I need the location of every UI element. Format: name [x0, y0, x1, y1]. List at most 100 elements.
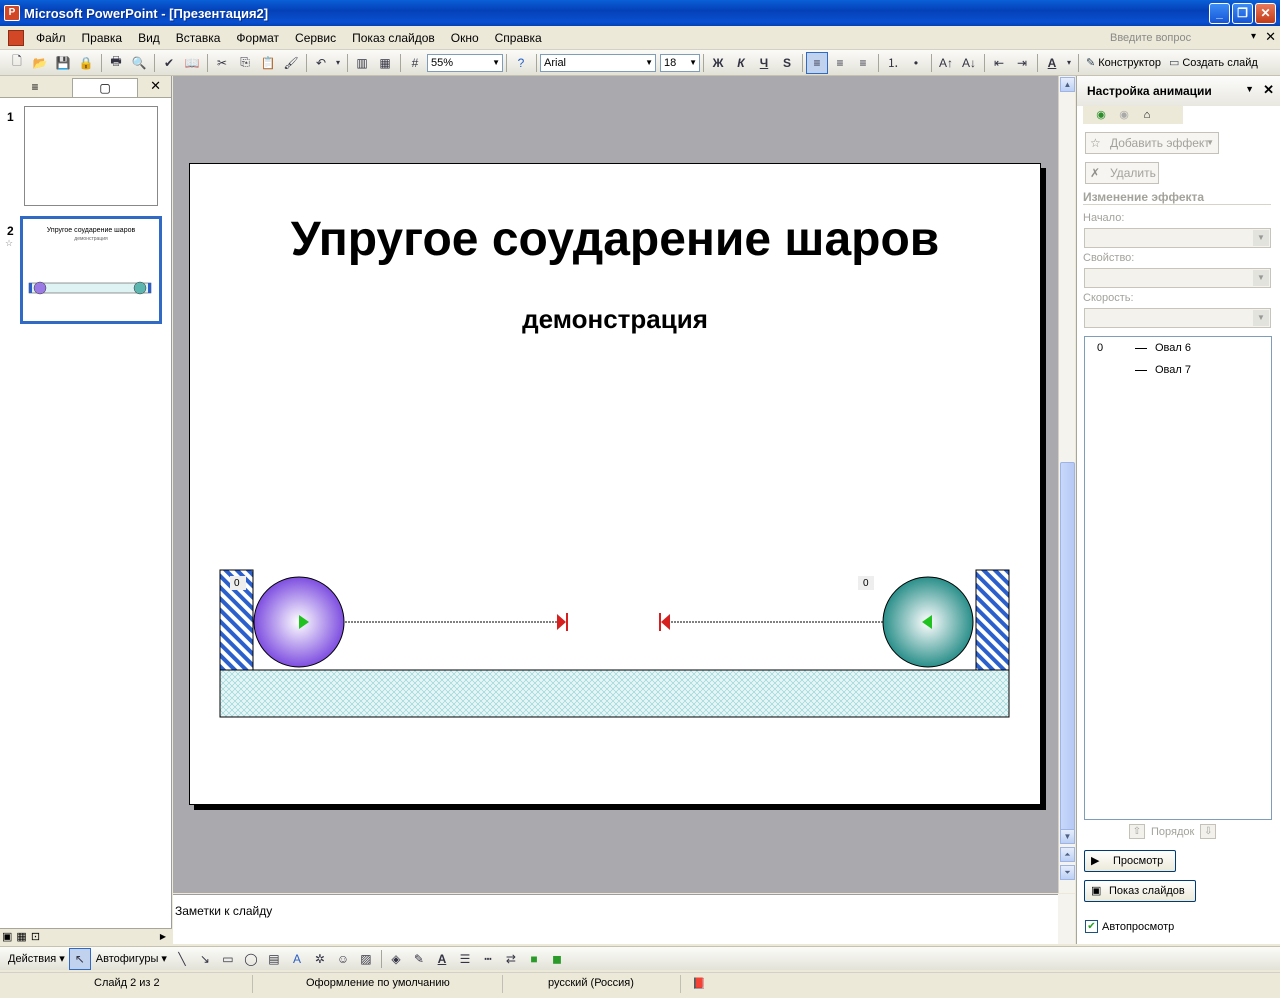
font-combo[interactable]: Arial ▼: [540, 53, 656, 72]
bold-button[interactable]: Ж: [707, 52, 729, 74]
close-icon[interactable]: ✕: [1263, 82, 1274, 98]
clipart-icon[interactable]: ☺: [332, 948, 354, 970]
scroll-thumb[interactable]: [1060, 462, 1075, 840]
menu-help[interactable]: Справка: [487, 31, 550, 45]
designer-button[interactable]: ✎ Конструктор: [1086, 56, 1161, 70]
sorter-view-icon[interactable]: ▦: [16, 930, 26, 943]
dash-style-icon[interactable]: ┅: [477, 948, 499, 970]
align-center-icon[interactable]: ≡: [829, 52, 851, 74]
align-left-icon[interactable]: ≡: [806, 51, 828, 74]
undo-icon[interactable]: ↶: [310, 52, 332, 74]
spelling-icon[interactable]: ✔: [158, 52, 180, 74]
speed-select[interactable]: ▼: [1084, 308, 1271, 328]
actions-menu[interactable]: Действия ▾: [8, 952, 65, 965]
preview-button[interactable]: ▶ Просмотр: [1084, 850, 1176, 872]
back-icon[interactable]: ◉: [1091, 107, 1111, 123]
chevron-down-icon[interactable]: ▾: [1064, 52, 1074, 74]
new-slide-button[interactable]: ▭ Создать слайд: [1169, 56, 1258, 70]
add-effect-button[interactable]: ☆ Добавить эффект ▼: [1085, 132, 1219, 154]
wordart-icon[interactable]: A: [286, 948, 308, 970]
notes-pane[interactable]: Заметки к слайду: [173, 894, 1058, 944]
restore-button[interactable]: ❐: [1232, 2, 1253, 24]
notes-scrollbar[interactable]: [1058, 894, 1075, 944]
shadow-button[interactable]: S: [776, 52, 798, 74]
right-wall[interactable]: [975, 569, 1010, 671]
next-slide-icon[interactable]: ⏷: [1060, 865, 1075, 880]
chevron-down-icon[interactable]: ▾: [333, 52, 343, 74]
print-preview-icon[interactable]: 🔍: [128, 52, 150, 74]
font-color-icon[interactable]: A: [1041, 52, 1063, 74]
autopreview-checkbox[interactable]: ✔ Автопросмотр: [1085, 920, 1174, 933]
shadow-icon[interactable]: ■: [523, 948, 545, 970]
select-pointer-icon[interactable]: ↖: [68, 947, 91, 970]
slideshow-button[interactable]: ▣ Показ слайдов: [1084, 880, 1196, 902]
home-icon[interactable]: ⌂: [1137, 107, 1157, 123]
tab-slides[interactable]: ▢: [72, 78, 138, 97]
vertical-scrollbar[interactable]: ▲ ▼ ⏶ ⏷: [1058, 76, 1075, 893]
arrow-style-icon[interactable]: ⇄: [500, 948, 522, 970]
menu-slideshow[interactable]: Показ слайдов: [344, 31, 443, 45]
new-icon[interactable]: 🗋: [6, 52, 28, 74]
slide-canvas[interactable]: Упругое соударение шаров демонстрация 0 …: [189, 163, 1041, 805]
line-icon[interactable]: ╲: [171, 948, 193, 970]
line-style-icon[interactable]: ☰: [454, 948, 476, 970]
bullets-icon[interactable]: •: [905, 52, 927, 74]
minimize-button[interactable]: _: [1209, 2, 1230, 24]
ask-question-input[interactable]: Введите вопрос: [1110, 29, 1250, 47]
oval-icon[interactable]: ◯: [240, 948, 262, 970]
research-icon[interactable]: 📖: [181, 52, 203, 74]
increase-indent-icon[interactable]: ⇥: [1011, 52, 1033, 74]
move-down-icon[interactable]: ⇩: [1200, 824, 1217, 839]
document-close-button[interactable]: ✕: [1265, 29, 1276, 45]
table-icon[interactable]: ▦: [374, 52, 396, 74]
decrease-font-icon[interactable]: A↓: [958, 52, 980, 74]
grid-icon[interactable]: #: [404, 52, 426, 74]
textbox-icon[interactable]: ▤: [263, 948, 285, 970]
chevron-down-icon[interactable]: ▼: [1245, 84, 1254, 94]
slide-thumbnail-1[interactable]: [24, 106, 158, 206]
menu-tools[interactable]: Сервис: [287, 31, 344, 45]
zoom-combo[interactable]: 55% ▼: [427, 53, 503, 72]
panel-close-button[interactable]: ✕: [150, 78, 161, 94]
diagram-icon[interactable]: ✲: [309, 948, 331, 970]
cut-icon[interactable]: ✂: [211, 52, 233, 74]
menu-format[interactable]: Формат: [228, 31, 287, 45]
scroll-down-icon[interactable]: ▼: [1060, 829, 1075, 844]
increase-font-icon[interactable]: A↑: [935, 52, 957, 74]
align-right-icon[interactable]: ≡: [852, 52, 874, 74]
italic-button[interactable]: К: [730, 52, 752, 74]
remove-button[interactable]: ✗ Удалить: [1085, 162, 1159, 184]
menu-window[interactable]: Окно: [443, 31, 487, 45]
underline-button[interactable]: Ч: [753, 52, 775, 74]
menu-edit[interactable]: Правка: [74, 31, 131, 45]
animation-list[interactable]: 0 Овал 6 Овал 7: [1084, 336, 1272, 820]
arrow-icon[interactable]: ↘: [194, 948, 216, 970]
paste-icon[interactable]: 📋: [257, 52, 279, 74]
list-item[interactable]: 0 Овал 6: [1085, 339, 1271, 359]
numbering-icon[interactable]: ⒈: [882, 52, 904, 74]
3d-icon[interactable]: ◼: [546, 948, 568, 970]
copy-icon[interactable]: ⎘: [234, 52, 256, 74]
chevron-down-icon[interactable]: ▾: [1251, 31, 1256, 42]
font-color-icon[interactable]: A: [431, 948, 453, 970]
move-up-icon[interactable]: ⇧: [1129, 824, 1145, 839]
list-item[interactable]: Овал 7: [1085, 361, 1271, 381]
fill-color-icon[interactable]: ◈: [385, 948, 407, 970]
open-icon[interactable]: 📂: [29, 52, 51, 74]
print-icon[interactable]: 🖶: [105, 52, 127, 74]
menu-view[interactable]: Вид: [130, 31, 168, 45]
rectangle-icon[interactable]: ▭: [217, 948, 239, 970]
format-painter-icon[interactable]: 🖌: [280, 52, 302, 74]
help-icon[interactable]: ?: [510, 52, 532, 74]
picture-icon[interactable]: ▨: [355, 948, 377, 970]
document-icon[interactable]: [8, 29, 24, 46]
property-select[interactable]: ▼: [1084, 268, 1271, 288]
ground-surface[interactable]: [219, 669, 1010, 718]
close-button[interactable]: ✕: [1255, 2, 1276, 24]
autoshapes-menu[interactable]: Автофигуры ▾: [96, 952, 167, 965]
save-icon[interactable]: 💾: [52, 52, 74, 74]
start-select[interactable]: ▼: [1084, 228, 1271, 248]
slideshow-view-icon[interactable]: ⊡: [31, 930, 40, 943]
forward-icon[interactable]: ◉: [1114, 107, 1134, 123]
permission-icon[interactable]: 🔒: [75, 52, 97, 74]
